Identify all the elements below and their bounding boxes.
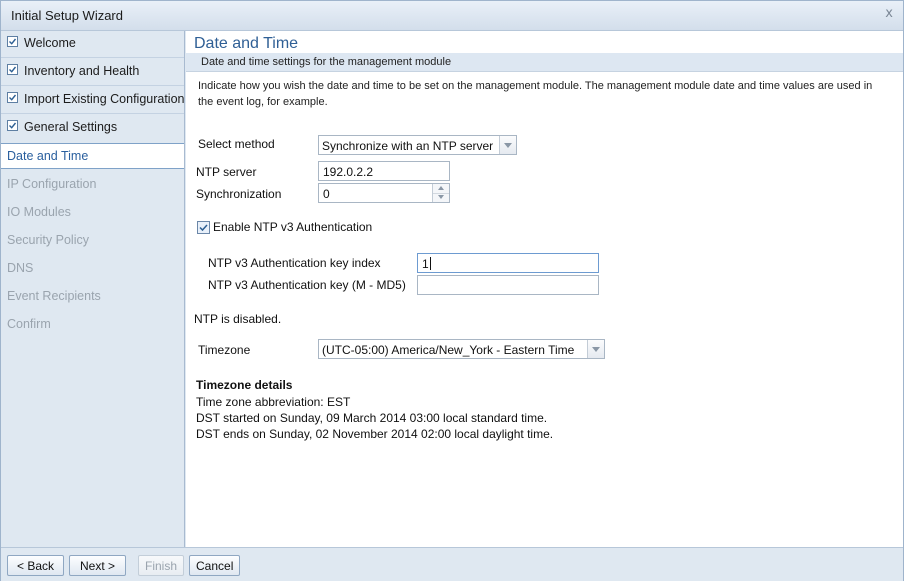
check-icon [7, 36, 18, 47]
check-icon [7, 64, 18, 75]
sidebar-item-label: Security Policy [7, 233, 89, 247]
sidebar-item-label: DNS [7, 261, 34, 275]
ntp-server-value: 192.0.2.2 [323, 165, 374, 179]
sidebar-item-io-modules: IO Modules [1, 200, 184, 224]
sidebar-item-confirm: Confirm [1, 312, 184, 336]
ntp-server-input[interactable]: 192.0.2.2 [318, 161, 450, 181]
sidebar-item-label: Import Existing Configuration [24, 92, 185, 106]
sidebar-item-welcome[interactable]: Welcome [1, 31, 184, 55]
ntp-server-label: NTP server [196, 165, 257, 179]
key-index-value: 1 [422, 257, 429, 271]
setup-wizard-window: Initial Setup Wizard x Welcome Inventory… [0, 0, 904, 581]
back-button[interactable]: < Back [7, 555, 64, 576]
sidebar-item-label: Welcome [24, 36, 76, 50]
sidebar-item-general-settings[interactable]: General Settings [1, 115, 184, 139]
sidebar-item-security-policy: Security Policy [1, 228, 184, 252]
select-method-value: Synchronize with an NTP server [322, 139, 494, 153]
timezone-details-heading: Timezone details [196, 378, 293, 392]
check-icon [7, 92, 18, 103]
close-icon[interactable]: x [885, 6, 893, 21]
sidebar-item-event-recipients: Event Recipients [1, 284, 184, 308]
sidebar-item-date-time[interactable]: Date and Time [1, 143, 184, 169]
sidebar-item-ip-config: IP Configuration [1, 172, 184, 196]
key-label: NTP v3 Authentication key (M - MD5) [208, 278, 406, 292]
page-description: Indicate how you wish the date and time … [198, 80, 873, 108]
synchronization-value: 0 [323, 187, 330, 201]
finish-button: Finish [138, 555, 184, 576]
stepper-down-icon[interactable] [433, 193, 449, 202]
ntp-auth-label[interactable]: Enable NTP v3 Authentication [213, 220, 372, 234]
sidebar-item-label: Confirm [7, 317, 51, 331]
wizard-footer: < Back Next > Finish Cancel [1, 547, 903, 581]
timezone-abbreviation: Time zone abbreviation: EST [196, 395, 351, 409]
ntp-status-text: NTP is disabled. [194, 312, 282, 326]
sidebar-item-label: Inventory and Health [24, 64, 140, 78]
title-bar[interactable]: Initial Setup Wizard x [1, 1, 903, 31]
dst-end-text: DST ends on Sunday, 02 November 2014 02:… [196, 427, 554, 441]
sidebar-item-label: Date and Time [7, 149, 89, 163]
synchronization-stepper[interactable]: 0 [318, 183, 450, 203]
key-input[interactable] [417, 275, 599, 295]
cancel-button[interactable]: Cancel [189, 555, 240, 576]
chevron-down-icon[interactable] [587, 340, 604, 358]
timezone-value: (UTC-05:00) America/New_York - Eastern T… [322, 343, 575, 357]
select-method-dropdown[interactable]: Synchronize with an NTP server [318, 135, 517, 155]
dst-start-text: DST started on Sunday, 09 March 2014 03:… [196, 411, 548, 425]
next-button[interactable]: Next > [69, 555, 126, 576]
window-title: Initial Setup Wizard [11, 8, 123, 23]
sidebar-item-dns: DNS [1, 256, 184, 280]
sidebar-item-inventory[interactable]: Inventory and Health [1, 59, 184, 83]
sidebar-item-label: IO Modules [7, 205, 71, 219]
synchronization-label: Synchronization [196, 187, 282, 201]
chevron-down-icon[interactable] [499, 136, 516, 154]
sidebar-item-label: IP Configuration [7, 177, 97, 191]
date-time-panel: Date and Time Date and time settings for… [186, 31, 903, 547]
key-index-label: NTP v3 Authentication key index [208, 256, 381, 270]
sidebar-item-label: General Settings [24, 120, 118, 134]
ntp-auth-checkbox[interactable] [197, 221, 210, 234]
page-subtitle-bar: Date and time settings for the managemen… [186, 53, 903, 72]
page-title: Date and Time [194, 35, 299, 52]
text-caret [429, 257, 431, 270]
sidebar-item-label: Event Recipients [7, 289, 101, 303]
wizard-steps-sidebar: Welcome Inventory and Health Import Exis… [1, 31, 185, 547]
sidebar-item-import-config[interactable]: Import Existing Configuration [1, 87, 185, 111]
timezone-dropdown[interactable]: (UTC-05:00) America/New_York - Eastern T… [318, 339, 605, 359]
stepper-arrows[interactable] [432, 184, 449, 202]
key-index-input[interactable]: 1 [417, 253, 599, 273]
page-subtitle: Date and time settings for the managemen… [201, 56, 452, 68]
select-method-label: Select method [198, 137, 275, 151]
check-icon [7, 120, 18, 131]
timezone-label: Timezone [198, 343, 251, 357]
